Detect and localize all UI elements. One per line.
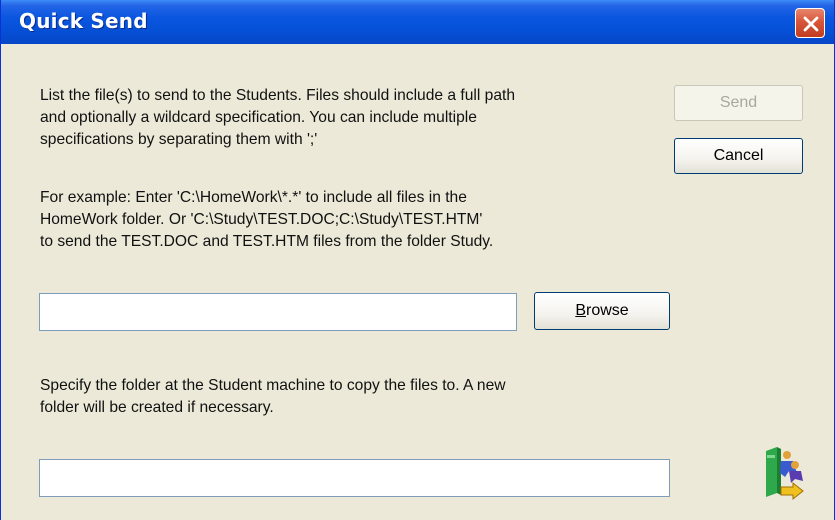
- folder-instructions-line-2: folder will be created if necessary.: [40, 399, 274, 416]
- example-line-3: to send the TEST.DOC and TEST.HTM files …: [40, 233, 494, 250]
- close-button[interactable]: [795, 8, 825, 38]
- instructions-line-3: specifications by separating them with '…: [40, 131, 318, 148]
- cancel-button[interactable]: Cancel: [674, 138, 803, 174]
- example-line-1: For example: Enter 'C:\HomeWork\*.*' to …: [40, 189, 467, 206]
- close-icon: [803, 16, 819, 32]
- quick-send-dialog: Quick Send List the file(s) to send to t…: [0, 0, 835, 520]
- window-title: Quick Send: [19, 9, 148, 33]
- files-input[interactable]: [39, 293, 517, 331]
- title-bar[interactable]: Quick Send: [1, 0, 834, 44]
- instructions-line-2: and optionally a wildcard specification.…: [40, 109, 477, 126]
- quick-send-icon: [766, 447, 804, 501]
- instructions-line-1: List the file(s) to send to the Students…: [40, 87, 516, 104]
- send-button-label: Send: [719, 94, 758, 111]
- browse-button[interactable]: Browse: [534, 292, 670, 330]
- folder-input[interactable]: [39, 459, 670, 497]
- example-line-2: HomeWork folder. Or 'C:\Study\TEST.DOC;C…: [40, 211, 483, 228]
- browse-accel-key: B: [575, 302, 586, 319]
- folder-instructions-line-1: Specify the folder at the Student machin…: [40, 377, 506, 394]
- browse-button-label: Browse: [575, 302, 629, 319]
- send-button[interactable]: Send: [674, 85, 803, 121]
- cancel-button-label: Cancel: [713, 147, 764, 164]
